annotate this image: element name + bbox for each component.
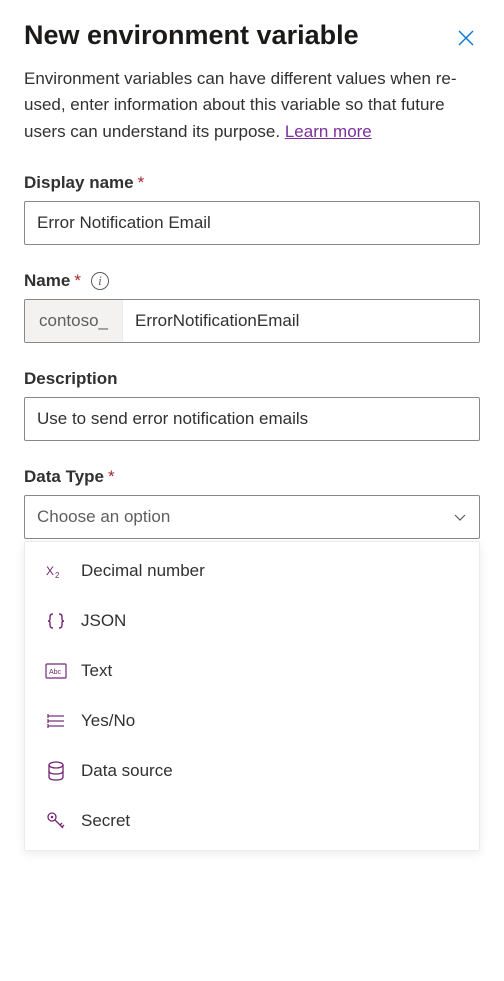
description-label-text: Description — [24, 369, 118, 389]
description-label: Description — [24, 369, 480, 389]
option-label: Decimal number — [81, 561, 205, 581]
data-type-label: Data Type * — [24, 467, 480, 487]
option-json[interactable]: JSON — [25, 596, 479, 646]
data-type-label-text: Data Type — [24, 467, 104, 487]
option-secret[interactable]: Secret — [25, 796, 479, 846]
option-label: Secret — [81, 811, 130, 831]
option-label: Text — [81, 661, 112, 681]
chevron-down-icon — [453, 510, 467, 524]
field-data-type: Data Type * Choose an option X2 Decimal … — [24, 467, 480, 851]
field-display-name: Display name * — [24, 173, 480, 245]
info-icon[interactable]: i — [91, 272, 109, 290]
field-name: Name * i contoso_ — [24, 271, 480, 343]
option-text[interactable]: Abc Text — [25, 646, 479, 696]
json-icon — [45, 610, 67, 632]
svg-text:Abc: Abc — [49, 669, 62, 676]
description-input[interactable] — [24, 397, 480, 441]
required-asterisk: * — [74, 271, 81, 291]
name-prefix: contoso_ — [25, 300, 123, 342]
yesno-icon — [45, 710, 67, 732]
text-icon: Abc — [45, 660, 67, 682]
intro-body: Environment variables can have different… — [24, 69, 456, 141]
option-label: JSON — [81, 611, 126, 631]
close-button[interactable] — [452, 24, 480, 52]
required-asterisk: * — [108, 467, 115, 487]
option-yes-no[interactable]: Yes/No — [25, 696, 479, 746]
field-description: Description — [24, 369, 480, 441]
panel-header: New environment variable — [24, 20, 480, 52]
display-name-label-text: Display name — [24, 173, 134, 193]
close-icon — [456, 28, 476, 48]
secret-icon — [45, 810, 67, 832]
required-asterisk: * — [138, 173, 145, 193]
name-label: Name * i — [24, 271, 480, 291]
option-label: Yes/No — [81, 711, 135, 731]
option-decimal-number[interactable]: X2 Decimal number — [25, 546, 479, 596]
name-input[interactable] — [123, 300, 479, 342]
decimal-icon: X2 — [45, 560, 67, 582]
datasource-icon — [45, 760, 67, 782]
panel-title: New environment variable — [24, 20, 359, 51]
learn-more-link[interactable]: Learn more — [285, 122, 372, 141]
name-input-wrap: contoso_ — [24, 299, 480, 343]
display-name-input[interactable] — [24, 201, 480, 245]
option-data-source[interactable]: Data source — [25, 746, 479, 796]
name-label-text: Name — [24, 271, 70, 291]
intro-text: Environment variables can have different… — [24, 66, 480, 145]
option-label: Data source — [81, 761, 173, 781]
svg-text:X: X — [46, 564, 54, 578]
svg-text:2: 2 — [55, 571, 60, 579]
display-name-label: Display name * — [24, 173, 480, 193]
data-type-dropdown: X2 Decimal number JSON Abc Text Yes/No — [24, 541, 480, 851]
data-type-select[interactable]: Choose an option — [24, 495, 480, 539]
data-type-placeholder: Choose an option — [37, 507, 170, 527]
